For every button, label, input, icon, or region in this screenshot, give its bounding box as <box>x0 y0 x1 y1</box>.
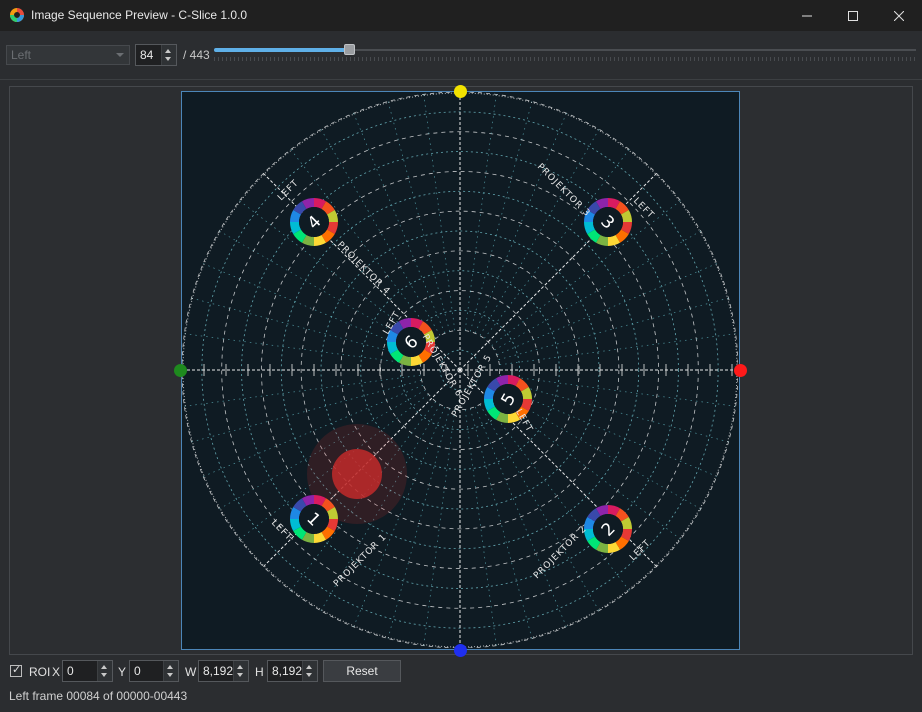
projector-label: PROJEKTOR 1 <box>332 532 389 589</box>
maximize-icon <box>848 10 858 21</box>
roi-checkbox[interactable]: ✓ <box>10 664 22 677</box>
roi-w-stepper[interactable] <box>233 661 248 681</box>
spin-down-icon[interactable] <box>237 673 243 677</box>
projector-color-wheel-icon: 4 <box>290 198 338 246</box>
spin-up-icon[interactable] <box>306 665 312 669</box>
checkmark-icon: ✓ <box>12 664 22 676</box>
projector-color-wheel-icon: 3 <box>584 198 632 246</box>
roi-h-field[interactable]: 8,192 <box>267 660 318 682</box>
roi-w-field[interactable]: 8,192 <box>198 660 249 682</box>
projector-color-wheel-icon: 1 <box>290 495 338 543</box>
view-label: LEFT <box>269 518 294 543</box>
spin-up-icon[interactable] <box>237 665 243 669</box>
frame-slider-ticks <box>214 57 916 61</box>
projector-color-wheel-icon: 2 <box>584 505 632 553</box>
close-button[interactable] <box>876 0 922 31</box>
frame-slider-track[interactable] <box>350 49 916 51</box>
view-label: LEFT <box>276 178 301 203</box>
roi-y-value: 0 <box>134 664 141 678</box>
top-handle[interactable] <box>454 85 467 98</box>
roi-x-value: 0 <box>67 664 74 678</box>
status-text: Left frame 00084 of 00000-00443 <box>9 689 188 703</box>
roi-h-label: H <box>255 665 264 679</box>
bottom-handle[interactable] <box>454 644 467 657</box>
maximize-button[interactable] <box>830 0 876 31</box>
frame-spinbox-value: 84 <box>140 48 154 62</box>
roi-label: ROI <box>29 665 51 679</box>
roi-y-field[interactable]: 0 <box>129 660 179 682</box>
frame-spinbox[interactable]: 84 <box>135 44 177 66</box>
frame-spinbox-buttons[interactable] <box>161 45 176 65</box>
roi-y-stepper[interactable] <box>163 661 178 681</box>
roi-x-label: X <box>52 665 61 679</box>
minimize-icon <box>802 15 812 16</box>
window-title: Image Sequence Preview - C-Slice 1.0.0 <box>31 8 248 22</box>
projection-grid-image: 4 3651 2PROJEKTOR 1 PROJEKTOR 2PROJEKTOR 3P… <box>182 92 739 649</box>
reset-button[interactable]: Reset <box>323 660 401 682</box>
projector-label: PROJEKTOR 4 <box>335 240 392 297</box>
spin-up-icon[interactable] <box>165 49 171 53</box>
close-icon <box>894 10 904 21</box>
toolbar: Left 84 / 443 <box>0 31 922 80</box>
right-handle[interactable] <box>734 364 747 377</box>
roi-w-label: W <box>185 665 197 679</box>
spin-up-icon[interactable] <box>101 665 107 669</box>
projector-label: PROJEKTOR 6 <box>420 333 464 399</box>
view-select-value: Left <box>11 48 32 62</box>
minimize-button[interactable] <box>784 0 830 31</box>
roi-x-field[interactable]: 0 <box>62 660 113 682</box>
chevron-down-icon <box>116 53 124 57</box>
title-bar: Image Sequence Preview - C-Slice 1.0.0 <box>0 0 922 31</box>
left-handle[interactable] <box>174 364 187 377</box>
preview-image[interactable]: 4 3 6 5 1 2 PROJEKTOR 1 PROJEKTOR 2 PROJEKTOR 3P… <box>181 91 740 650</box>
spin-down-icon[interactable] <box>101 673 107 677</box>
app-logo-icon <box>10 8 24 22</box>
roi-h-value: 8,192 <box>272 664 303 678</box>
roi-y-label: Y <box>118 665 127 679</box>
roi-x-stepper[interactable] <box>97 661 112 681</box>
spin-down-icon[interactable] <box>165 57 171 61</box>
roi-h-stepper[interactable] <box>302 661 317 681</box>
view-select: Left <box>6 45 130 65</box>
spin-down-icon[interactable] <box>306 673 312 677</box>
spin-down-icon[interactable] <box>167 673 173 677</box>
spin-up-icon[interactable] <box>167 665 173 669</box>
frame-slider-handle[interactable] <box>344 44 355 55</box>
projector-label: PROJEKTOR 3 <box>535 162 592 219</box>
frame-slider-fill <box>214 48 350 52</box>
frame-total-label: / 443 <box>183 48 210 62</box>
roi-w-value: 8,192 <box>203 664 234 678</box>
